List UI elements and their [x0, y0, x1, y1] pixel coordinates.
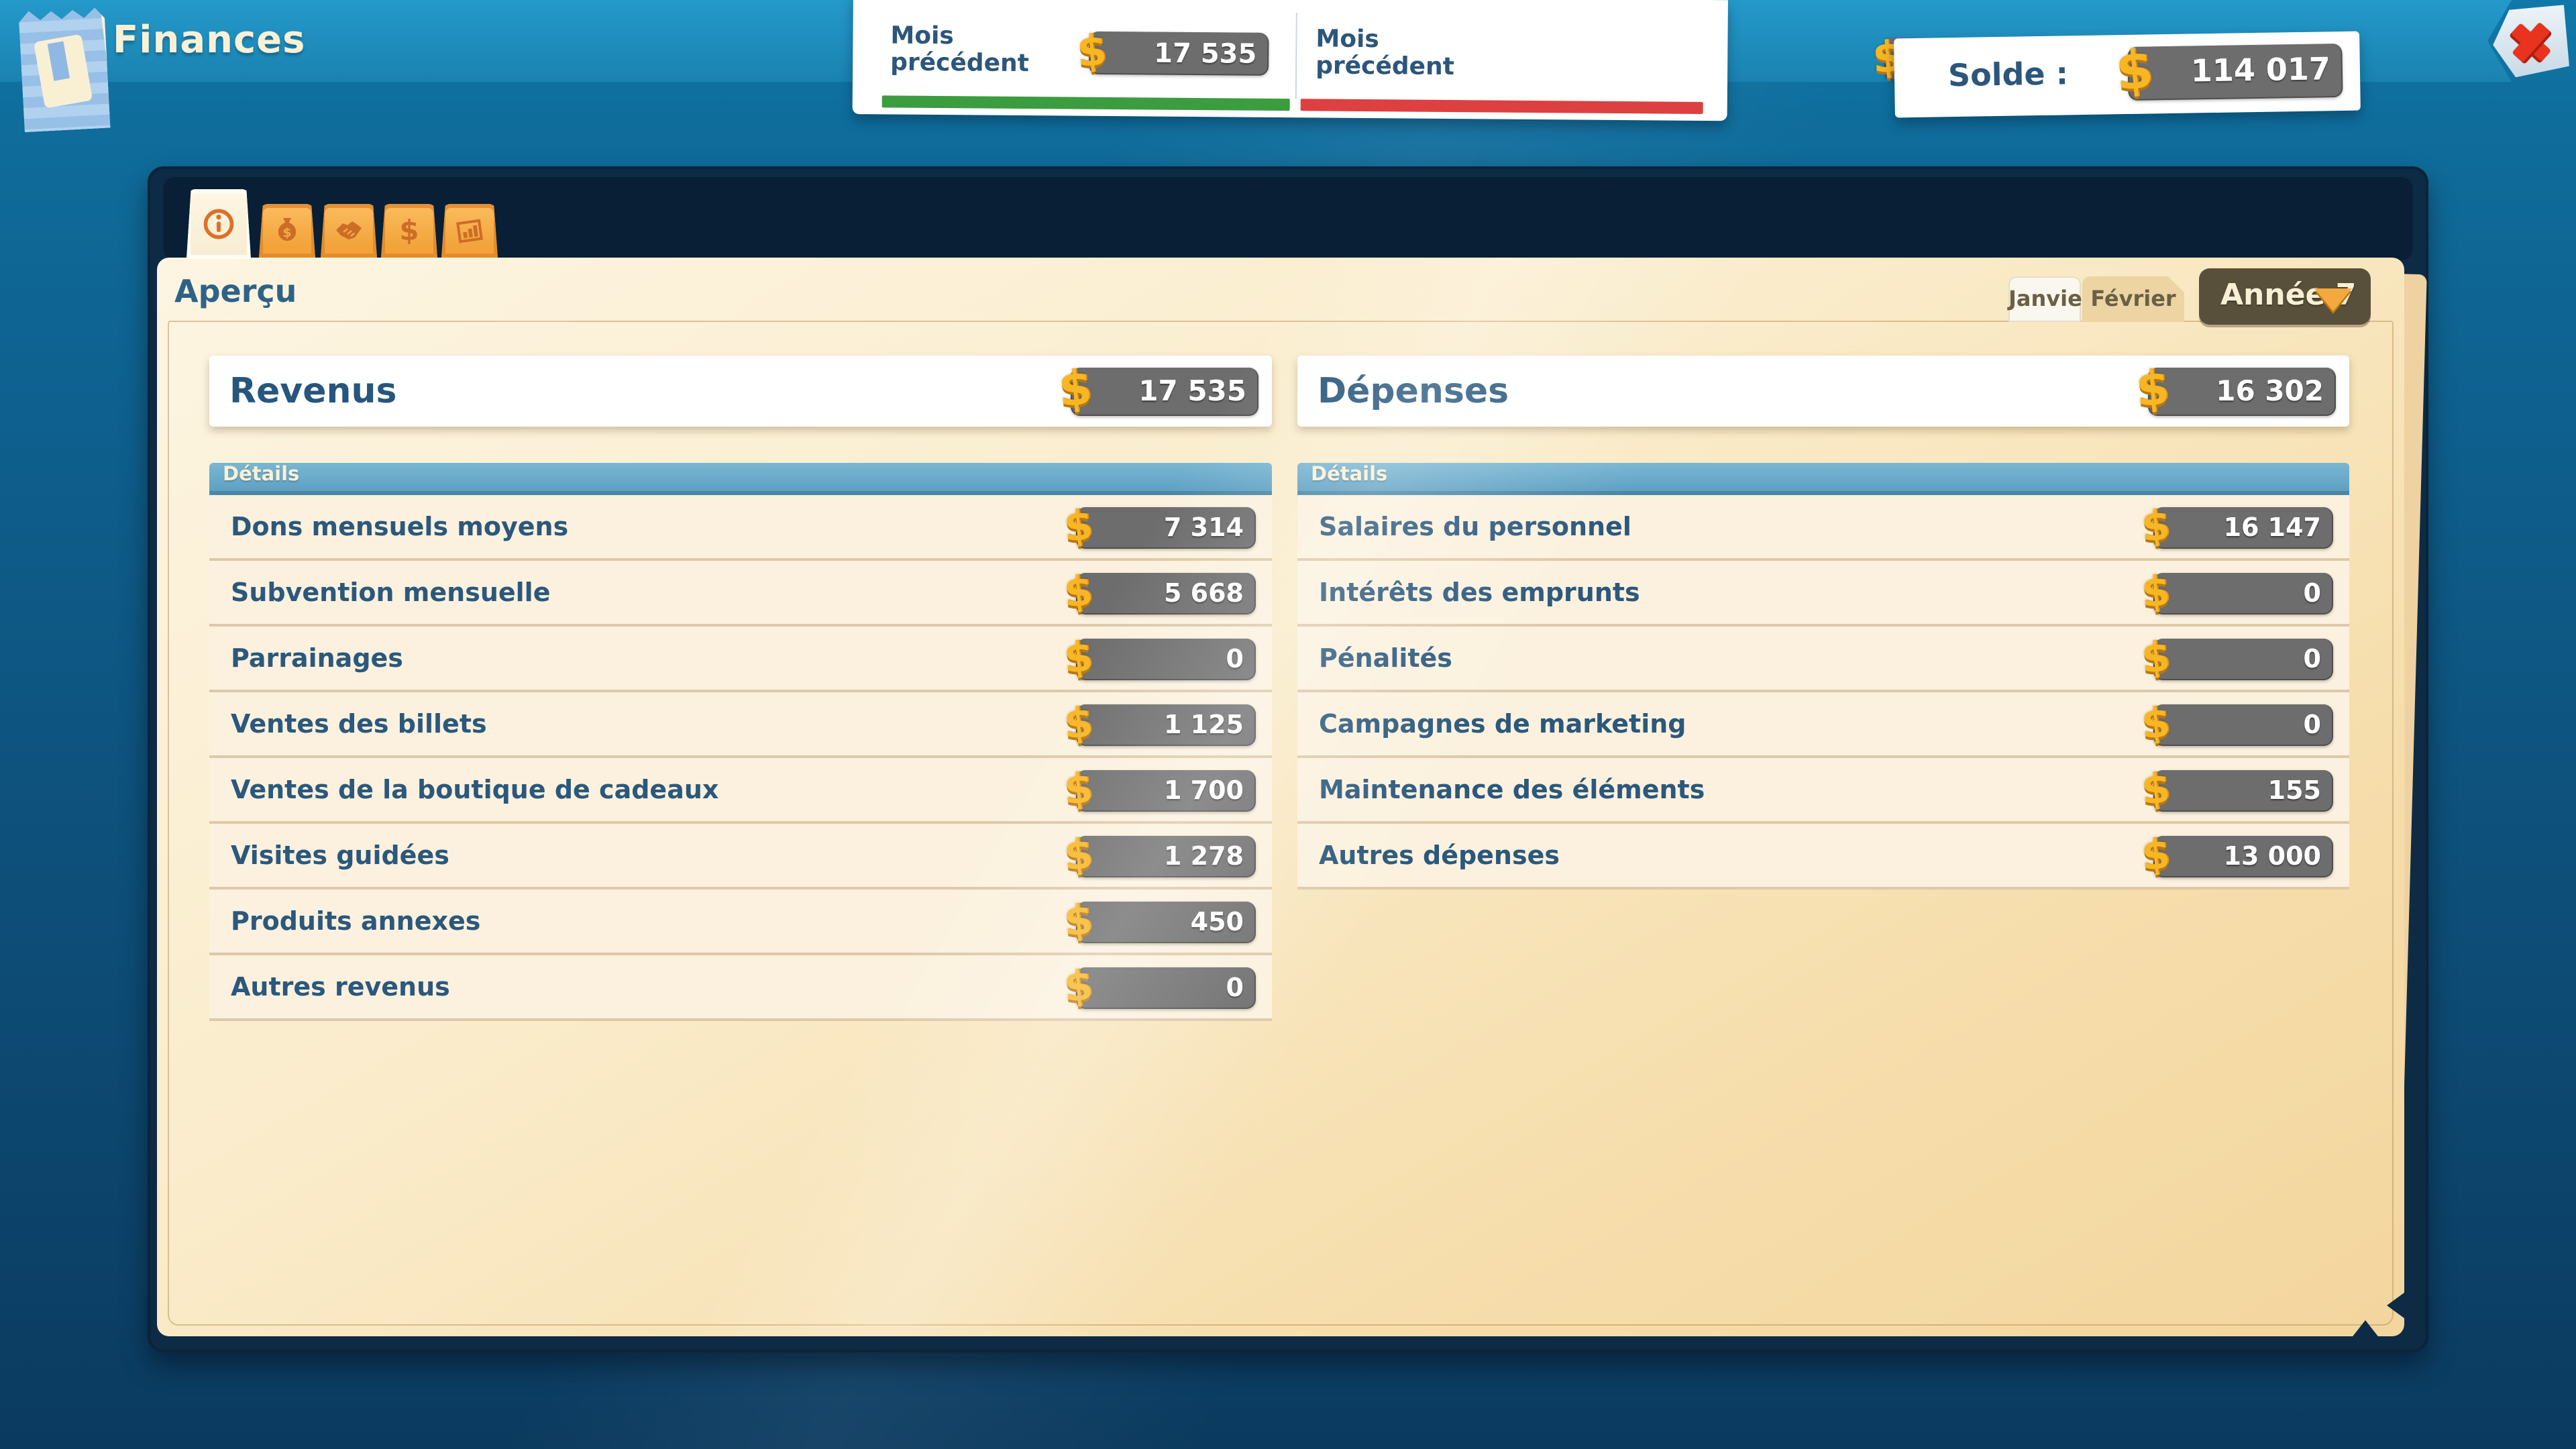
expenses-column: Dépenses $ 16 302 Détails Salaires du pe…	[1297, 356, 2349, 890]
expenses-title: Dépenses	[1318, 372, 1509, 412]
income-row: Parrainages $0	[209, 627, 1272, 692]
expense-row: Pénalités $0	[1297, 627, 2349, 692]
prev-expense-label-1: Mois	[1316, 26, 1454, 54]
expense-red-bar	[1301, 99, 1703, 114]
income-row: Dons mensuels moyens $7 314	[209, 495, 1272, 561]
finances-ticket-icon	[18, 7, 110, 132]
expenses-total-value: 16 302	[2216, 375, 2324, 407]
dollar-icon: $	[2140, 830, 2172, 880]
tab-overview[interactable]	[186, 189, 251, 259]
bar-chart-icon	[453, 215, 486, 247]
dollar-icon: $	[1063, 896, 1095, 946]
dollar-icon: $	[1063, 764, 1095, 814]
value-pill: $0	[1076, 967, 1256, 1009]
income-row: Visites guidées $1 278	[209, 824, 1272, 890]
page-title: Finances	[113, 17, 306, 62]
value-pill: $1 125	[1076, 704, 1256, 746]
expense-row: Autres dépenses $13 000	[1297, 824, 2349, 890]
dollar-icon: $	[1063, 698, 1095, 749]
dollar-icon: $	[1063, 567, 1095, 617]
tab-strip	[164, 177, 2412, 260]
income-row: Ventes des billets $1 125	[209, 692, 1272, 758]
income-column: Revenus $ 17 535 Détails Dons mensuels m…	[209, 356, 1272, 1021]
value-pill: $0	[2153, 573, 2333, 614]
expense-row: Intérêts des emprunts $0	[1297, 561, 2349, 627]
tab-history[interactable]	[441, 204, 498, 258]
dollar-icon: $	[1063, 633, 1095, 683]
value-pill: $0	[2153, 704, 2333, 746]
prev-income-pill: $ 17 535	[1089, 32, 1269, 76]
tab-loans[interactable]: $	[381, 204, 437, 258]
value-pill: $5 668	[1076, 573, 1256, 614]
value-pill: $1 700	[1076, 770, 1256, 812]
year-dropdown[interactable]: Année 7	[2199, 268, 2371, 325]
income-card: Revenus $ 17 535	[209, 356, 1272, 427]
value-pill: $155	[2153, 770, 2333, 812]
dollar-icon: $	[2140, 633, 2172, 683]
income-row: Autres revenus $0	[209, 955, 1272, 1021]
expense-row: Maintenance des éléments $155	[1297, 758, 2349, 824]
prev-income-label-2: précédent	[890, 50, 1029, 78]
month-button-fevrier[interactable]: Février	[2082, 276, 2184, 322]
handshake-icon	[333, 215, 365, 247]
income-details-header: Détails	[209, 463, 1272, 495]
income-row: Subvention mensuelle $5 668	[209, 561, 1272, 627]
balance-pill: $ 114 017	[2127, 44, 2343, 101]
income-title: Revenus	[229, 372, 396, 412]
previous-month-income: Mois précédent $ 17 535	[853, 0, 1296, 117]
finances-panel: $ $ Aperçu	[148, 166, 2428, 1352]
svg-text:$: $	[399, 215, 419, 247]
prev-income-value: 17 535	[1154, 37, 1256, 70]
prev-income-label-1: Mois	[890, 23, 1029, 51]
balance-value: 114 017	[2190, 52, 2330, 89]
dollar-icon: $	[1063, 501, 1095, 551]
income-row: Produits annexes $450	[209, 890, 1272, 955]
value-pill: $7 314	[1076, 507, 1256, 549]
month-button-janvier[interactable]: Janvier	[2008, 276, 2081, 322]
overview-sheet: Aperçu Janvier Février Année 7 Revenus $…	[157, 258, 2404, 1336]
finances-screen: Finances Mois précédent $ 17 535 Mois pr…	[0, 0, 2576, 1449]
panel-right-notch	[2387, 1291, 2407, 1320]
dollar-icon: $	[1063, 961, 1095, 1012]
info-icon	[201, 207, 236, 241]
expenses-card: Dépenses $ 16 302	[1297, 356, 2349, 427]
svg-text:$: $	[282, 225, 291, 240]
previous-month-expense: Mois précédent $ -16 302	[1297, 0, 1728, 121]
dollar-icon: $	[1063, 830, 1095, 880]
expenses-total-pill: $ 16 302	[2148, 368, 2336, 416]
dollar-icon: $	[2140, 698, 2172, 749]
panel-bottom-notch	[2351, 1320, 2380, 1339]
prev-expense-label-2: précédent	[1316, 53, 1454, 81]
expense-row: Campagnes de marketing $0	[1297, 692, 2349, 758]
tab-sponsorships[interactable]	[321, 204, 377, 258]
dollar-icon: $	[1075, 24, 1108, 77]
income-total-pill: $ 17 535	[1071, 368, 1258, 416]
chevron-down-icon	[2314, 288, 2352, 311]
dollar-icon: $	[393, 215, 425, 247]
dollar-icon: $	[2134, 361, 2171, 418]
balance-label: Solde :	[1948, 57, 2069, 94]
income-green-bar	[882, 95, 1290, 111]
panel-title: Aperçu	[174, 275, 297, 310]
value-pill: $0	[2153, 639, 2333, 680]
value-pill: $16 147	[2153, 507, 2333, 549]
value-pill: $1 278	[1076, 836, 1256, 877]
dollar-icon: $	[1057, 361, 1094, 418]
dollar-icon: $	[2140, 501, 2172, 551]
value-pill: $13 000	[2153, 836, 2333, 877]
expense-row: Salaires du personnel $16 147	[1297, 495, 2349, 561]
money-bag-icon: $	[271, 215, 303, 247]
dollar-icon: $	[2140, 764, 2172, 814]
dollar-icon: $	[2113, 39, 2155, 103]
expenses-details-header: Détails	[1297, 463, 2349, 495]
income-total-value: 17 535	[1138, 375, 1246, 407]
value-pill: $0	[1076, 639, 1256, 680]
balance-box: Solde : $ 114 017	[1894, 32, 2361, 118]
income-row: Ventes de la boutique de cadeaux $1 700	[209, 758, 1272, 824]
dollar-icon: $	[2140, 567, 2172, 617]
previous-month-summary: Mois précédent $ 17 535 Mois précédent $…	[853, 0, 1728, 121]
value-pill: $450	[1076, 902, 1256, 943]
tab-donations[interactable]: $	[259, 204, 315, 258]
